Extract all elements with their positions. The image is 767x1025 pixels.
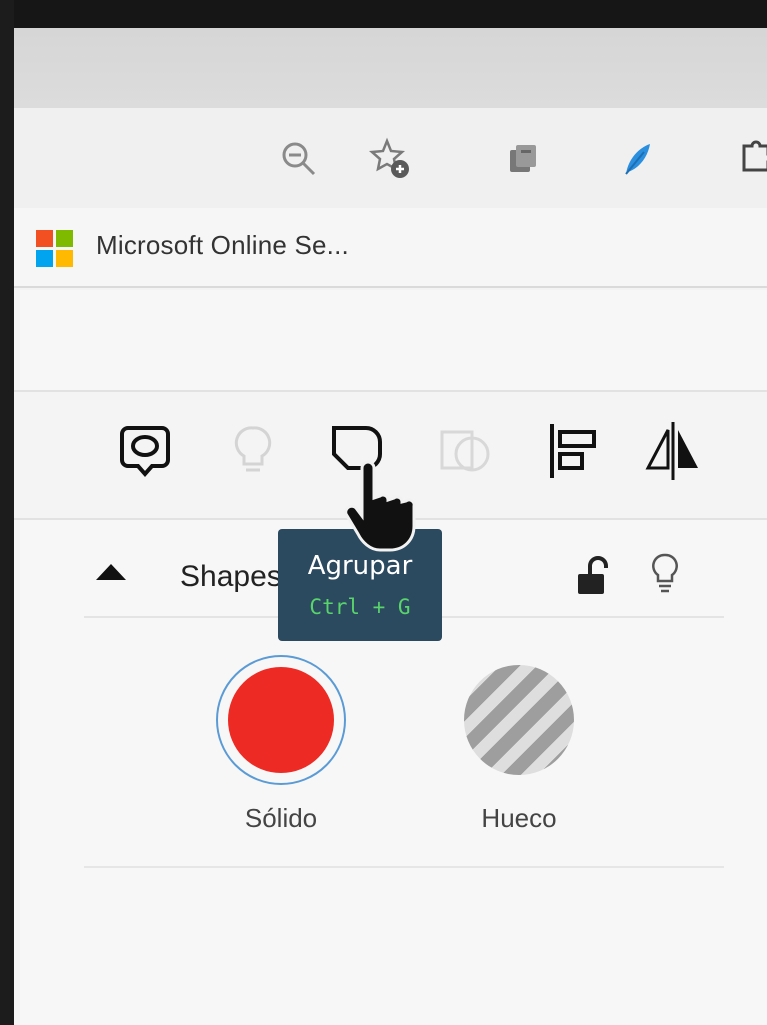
tooltip-title: Agrupar [307,551,413,581]
collapse-triangle-icon[interactable] [96,564,126,580]
browser-toolbar [14,108,767,208]
solid-swatch [228,667,334,773]
divider [84,866,724,868]
tooltip-shortcut: Ctrl + G [309,595,411,619]
flip-icon[interactable] [642,420,704,482]
microsoft-logo-icon [36,230,74,268]
hollow-swatch [464,665,574,775]
swatch-wrap [454,655,584,785]
collections-icon[interactable] [500,136,546,182]
favorite-link[interactable]: Microsoft Online Se... [96,230,349,261]
fill-option-solid[interactable]: Sólido [206,645,356,845]
app-area: Shapes Sólido Hueco [14,290,767,1025]
screen: Microsoft Online Se... Shapes Sólido Hue… [14,28,767,1025]
add-favorite-icon[interactable] [368,136,414,182]
unlock-icon[interactable] [576,556,608,596]
bulb-icon[interactable] [222,420,284,482]
photo-frame-left [0,0,14,1025]
ungroup-icon[interactable] [434,420,496,482]
fill-option-label: Hueco [481,803,557,833]
extensions-icon[interactable] [732,136,767,182]
feather-icon[interactable] [614,136,660,182]
zoom-out-icon[interactable] [276,136,322,182]
align-icon[interactable] [544,420,606,482]
selection-ring [216,655,346,785]
shape-icon[interactable] [114,420,176,482]
bulb-small-icon[interactable] [650,552,680,596]
browser-address-area [14,28,767,108]
panel-title: Shapes [180,560,282,593]
fill-option-hollow[interactable]: Hueco [444,645,594,845]
fill-option-label: Sólido [244,803,318,833]
hand-cursor-icon [344,460,416,552]
favorites-bar: Microsoft Online Se... [14,208,767,288]
photo-frame-top [0,0,767,28]
